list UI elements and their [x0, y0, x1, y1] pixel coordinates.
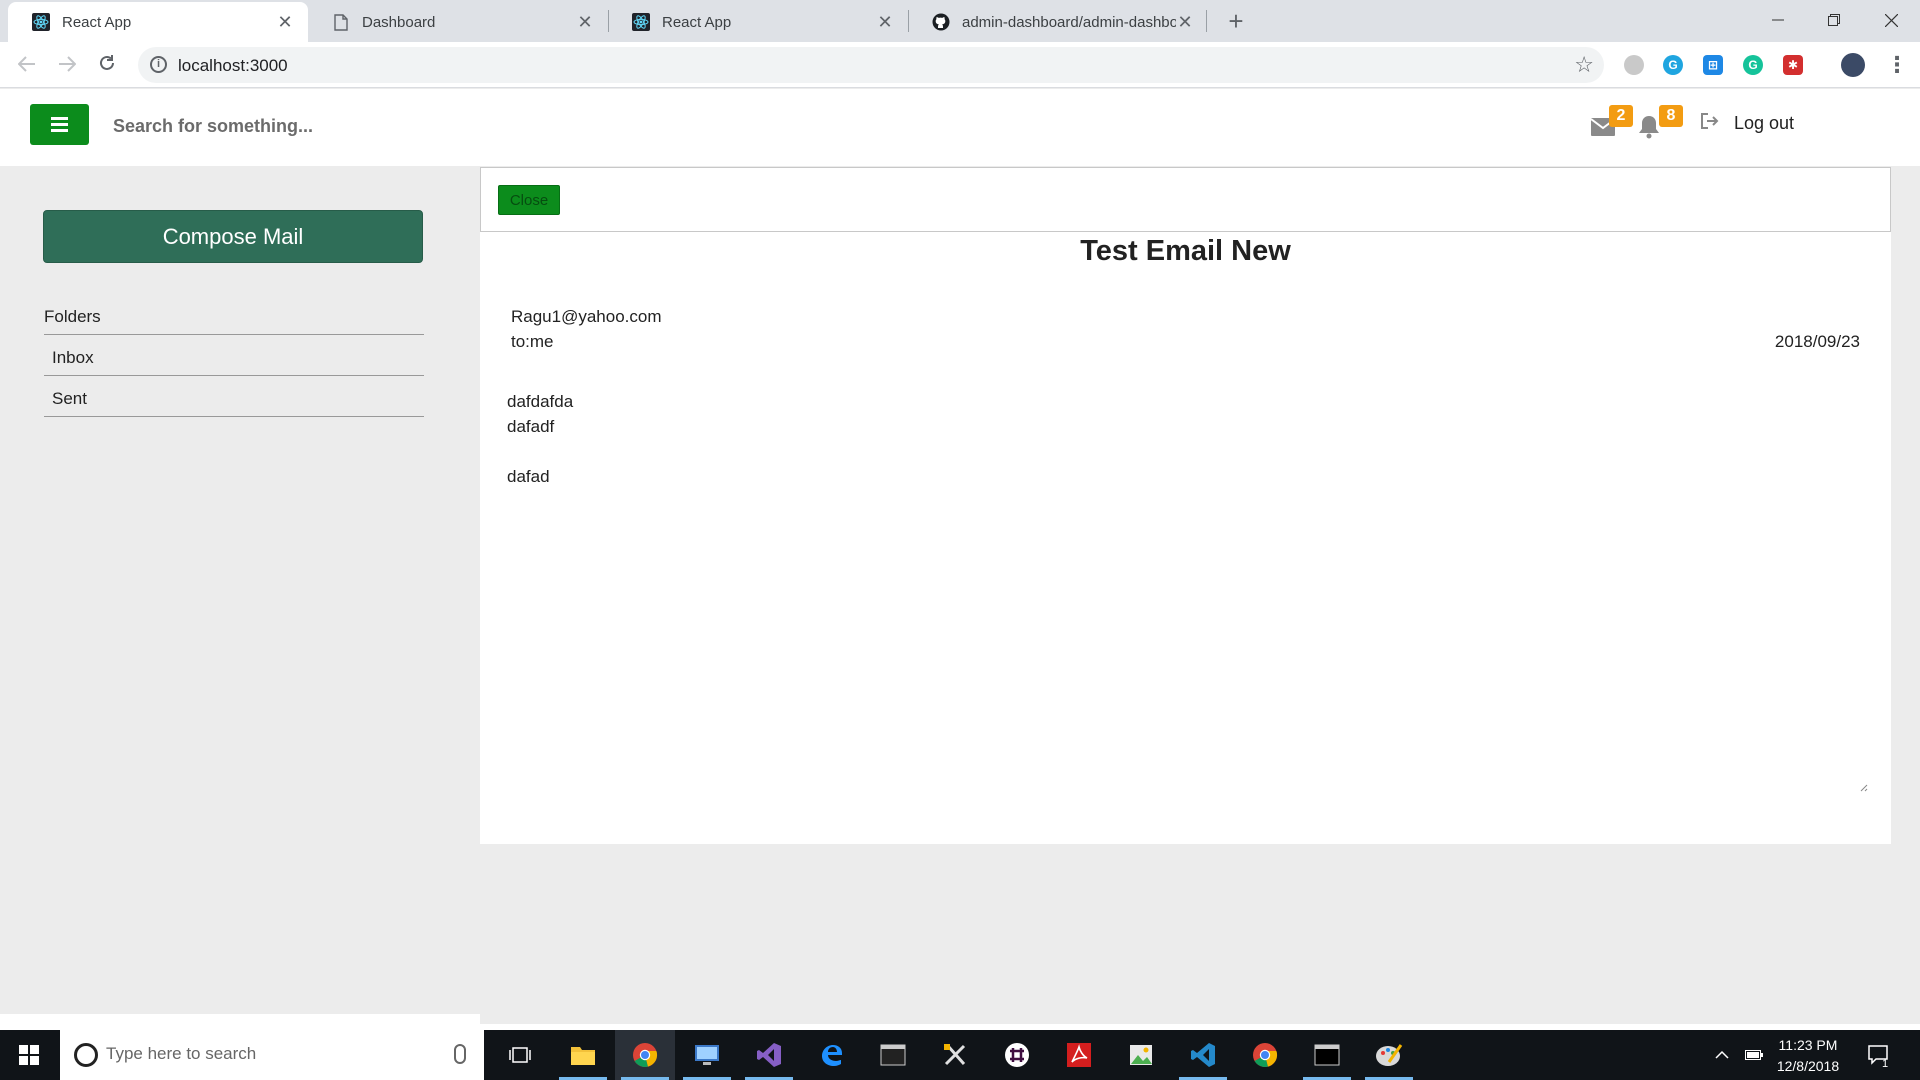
file-explorer-icon[interactable]	[553, 1030, 613, 1080]
grammarly-green-icon[interactable]: G	[1743, 55, 1763, 75]
remote-desktop-icon[interactable]	[677, 1030, 737, 1080]
action-center-icon[interactable]: 1	[1868, 1030, 1890, 1080]
reload-icon[interactable]	[92, 50, 122, 80]
photos-icon[interactable]	[1111, 1030, 1171, 1080]
message-line: dafdafda	[507, 392, 574, 411]
edge-icon[interactable]	[801, 1030, 861, 1080]
mail-content: Test Email New Ragu1@yahoo.com to:me 201…	[480, 232, 1891, 844]
taskbar-search-input[interactable]	[106, 1044, 406, 1064]
windows-start-button[interactable]	[0, 1030, 58, 1080]
close-tab-icon[interactable]: ✕	[1176, 12, 1194, 33]
search-input[interactable]	[113, 113, 813, 139]
sidebar-item-sent[interactable]: Sent	[44, 389, 424, 417]
mail-date: 2018/09/23	[1774, 332, 1860, 351]
tab-dashboard[interactable]: Dashboard ✕	[308, 2, 608, 42]
close-tab-icon[interactable]: ✕	[276, 12, 294, 33]
tab-github[interactable]: admin-dashboard/admin-dashbo ✕	[908, 2, 1208, 42]
back-arrow-icon[interactable]	[12, 50, 42, 80]
show-hidden-icons-chevron[interactable]	[1715, 1030, 1729, 1080]
github-icon	[932, 13, 950, 31]
address-bar[interactable]: i localhost:3000 ☆	[138, 47, 1604, 83]
notification-count-badge: 8	[1659, 105, 1683, 127]
react-icon	[632, 13, 650, 31]
grammarly-icon[interactable]: G	[1663, 55, 1683, 75]
page-icon	[332, 13, 350, 31]
minimize-window-icon[interactable]	[1749, 0, 1807, 40]
logout-link[interactable]: Log out	[1700, 113, 1794, 134]
tools-icon[interactable]	[925, 1030, 985, 1080]
forward-arrow-icon[interactable]	[52, 50, 82, 80]
clock-date: 12/8/2018	[1776, 1058, 1840, 1074]
visual-studio-icon[interactable]	[739, 1030, 799, 1080]
tab-title: React App	[662, 13, 732, 31]
system-clock[interactable]: 11:23 PM 12/8/2018	[1770, 1035, 1846, 1077]
bookmark-star-icon[interactable]: ☆	[1574, 52, 1594, 78]
sidebar-item-inbox[interactable]: Inbox	[44, 348, 424, 376]
windows-logo-icon	[19, 1045, 39, 1065]
action-center-count: 1	[1882, 1058, 1889, 1070]
mail-notification-button[interactable]: 2	[1589, 105, 1633, 145]
mail-sender: Ragu1@yahoo.com	[511, 307, 662, 326]
close-window-icon[interactable]	[1862, 0, 1920, 40]
tab-title: Dashboard	[362, 13, 436, 31]
paint-icon[interactable]	[1359, 1030, 1419, 1080]
mail-recipient: to:me	[511, 332, 554, 351]
close-tab-icon[interactable]: ✕	[576, 12, 594, 33]
taskbar-search-box[interactable]	[60, 1030, 484, 1080]
task-view-icon[interactable]	[490, 1030, 550, 1080]
extension-icon[interactable]	[1624, 55, 1644, 75]
mail-message-body: dafdafda dafadf dafad	[507, 389, 573, 489]
terminal-window-icon[interactable]	[863, 1030, 923, 1080]
resize-handle-icon[interactable]	[1858, 782, 1868, 792]
hamburger-menu-button[interactable]	[30, 104, 89, 145]
browser-toolbar: i localhost:3000 ☆ G ⊞ G ✱ ⋮	[0, 42, 1920, 88]
trello-icon[interactable]: ⊞	[1703, 55, 1723, 75]
page-footer-strip	[0, 1014, 1920, 1030]
info-icon[interactable]: i	[150, 56, 167, 73]
bell-notification-button[interactable]: 8	[1638, 105, 1683, 145]
console-icon[interactable]	[1297, 1030, 1357, 1080]
bell-icon	[1639, 116, 1659, 139]
new-tab-button[interactable]: +	[1221, 6, 1251, 36]
close-button[interactable]: Close	[498, 185, 560, 215]
chrome-icon[interactable]	[615, 1030, 675, 1080]
close-tab-icon[interactable]: ✕	[876, 12, 894, 33]
tab-title: React App	[62, 13, 132, 31]
browser-tab-strip: React App ✕ Dashboard ✕ React App ✕ admi…	[0, 0, 1920, 42]
vscode-icon[interactable]	[1173, 1030, 1233, 1080]
url-text: localhost:3000	[178, 56, 288, 75]
red-extension-icon[interactable]: ✱	[1783, 55, 1803, 75]
logout-label: Log out	[1734, 113, 1795, 133]
battery-icon[interactable]	[1745, 1030, 1763, 1080]
restore-window-icon[interactable]	[1805, 0, 1863, 40]
compose-mail-button[interactable]: Compose Mail	[43, 210, 423, 263]
mail-count-badge: 2	[1609, 105, 1633, 127]
tab-separator	[1206, 10, 1207, 32]
microphone-icon[interactable]	[454, 1044, 466, 1064]
hamburger-icon	[51, 123, 68, 126]
mail-toolbar: Close	[480, 167, 1891, 232]
mail-subject: Test Email New	[1080, 235, 1291, 267]
app-header: 2 8 Log out	[0, 89, 1920, 166]
cortana-icon	[74, 1043, 98, 1067]
windows-taskbar: 11:23 PM 12/8/2018 1	[0, 1030, 1920, 1080]
slack-icon[interactable]	[987, 1030, 1047, 1080]
folders-heading: Folders	[44, 307, 424, 335]
message-line: dafadf	[507, 417, 555, 436]
message-line	[507, 439, 573, 464]
clock-time: 11:23 PM	[1778, 1037, 1838, 1053]
tab-react-app-2[interactable]: React App ✕	[608, 2, 908, 42]
tab-react-app[interactable]: React App ✕	[8, 2, 308, 42]
chrome-icon[interactable]	[1235, 1030, 1295, 1080]
acrobat-icon[interactable]	[1049, 1030, 1109, 1080]
tab-title: admin-dashboard/admin-dashbo	[962, 13, 1176, 31]
sign-out-icon	[1700, 113, 1722, 134]
profile-avatar[interactable]	[1841, 53, 1865, 77]
browser-menu-icon[interactable]: ⋮	[1886, 52, 1908, 78]
message-line: dafad	[507, 467, 550, 486]
react-icon	[32, 13, 50, 31]
